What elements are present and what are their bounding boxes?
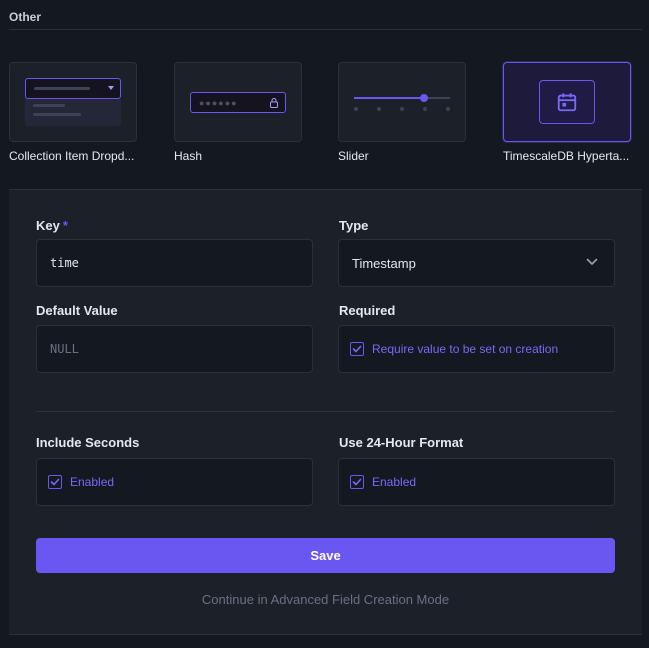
key-label: Key * (36, 218, 68, 233)
interface-card-slider[interactable] (338, 62, 466, 142)
use-24-hour-checkbox-text: Enabled (372, 475, 417, 489)
section-title: Other (9, 10, 42, 24)
required-label: Required (339, 303, 396, 318)
interface-card-collection-item-dropdown[interactable] (9, 62, 137, 142)
interface-picker-page: Other Collection Item Dropd... ●●●●●● Ha… (0, 0, 649, 648)
section-divider (9, 29, 642, 30)
hash-preview-icon: ●●●●●● (190, 91, 286, 113)
include-seconds-checkbox[interactable] (48, 475, 62, 489)
key-input-value: time (50, 256, 79, 270)
chevron-down-icon (586, 258, 598, 265)
key-input[interactable]: time (36, 239, 313, 287)
required-checkbox[interactable] (350, 342, 364, 356)
interface-card-hash[interactable]: ●●●●●● (174, 62, 302, 142)
advanced-field-creation-link[interactable]: Continue in Advanced Field Creation Mode (9, 592, 642, 607)
calendar-icon (539, 80, 595, 124)
type-select-value: Timestamp (352, 256, 416, 271)
interface-card-label: TimescaleDB Hyperta... (503, 149, 630, 163)
default-value-label: Default Value (36, 303, 118, 318)
include-seconds-checkbox-text: Enabled (70, 475, 115, 489)
type-select[interactable]: Timestamp (338, 239, 615, 287)
interface-card-label: Collection Item Dropd... (9, 149, 135, 163)
interface-card-label: Hash (174, 149, 203, 163)
required-checkbox-field[interactable]: Require value to be set on creation (338, 325, 615, 373)
default-value-input[interactable]: NULL (36, 325, 313, 373)
include-seconds-label: Include Seconds (36, 435, 140, 450)
type-label: Type (339, 218, 369, 233)
use-24-hour-label: Use 24-Hour Format (339, 435, 464, 450)
include-seconds-checkbox-field[interactable]: Enabled (36, 458, 313, 506)
default-value-placeholder: NULL (50, 342, 79, 356)
interface-card-timescaledb-hypertable[interactable] (503, 62, 631, 142)
required-checkbox-text: Require value to be set on creation (372, 342, 559, 356)
slider-preview-icon (354, 93, 450, 111)
field-setup-panel: Key * time Type Timestamp Default Value N… (9, 189, 642, 635)
dropdown-preview-icon (25, 78, 121, 126)
use-24-hour-checkbox-field[interactable]: Enabled (338, 458, 615, 506)
form-divider (36, 411, 615, 412)
use-24-hour-checkbox[interactable] (350, 475, 364, 489)
save-button[interactable]: Save (36, 538, 615, 573)
interface-card-label: Slider (338, 149, 369, 163)
required-asterisk: * (62, 218, 68, 233)
